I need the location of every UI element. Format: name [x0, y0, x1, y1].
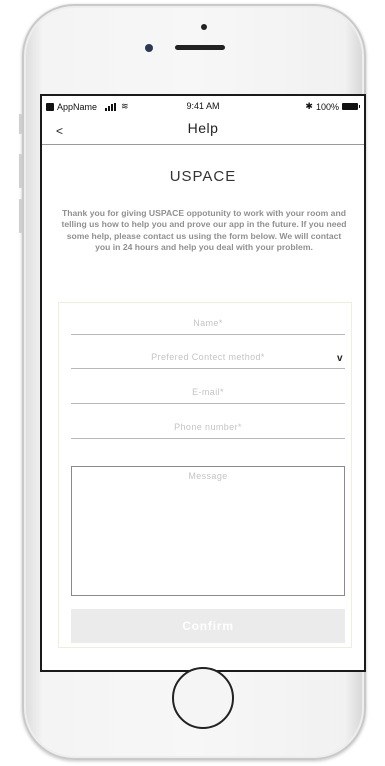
- chevron-down-icon[interactable]: v: [337, 351, 343, 367]
- mute-switch: [19, 114, 22, 134]
- navigation-bar: < Help: [42, 118, 364, 145]
- name-placeholder: Name*: [193, 318, 223, 328]
- home-button[interactable]: [172, 667, 234, 729]
- proximity-sensor: [201, 24, 207, 30]
- confirm-button[interactable]: Confirm: [71, 609, 345, 643]
- bluetooth-icon: ✱: [305, 101, 313, 111]
- email-field[interactable]: E-mail*: [71, 384, 345, 404]
- contact-method-select[interactable]: Prefered Contect method* v: [71, 349, 345, 369]
- brand-title: USPACE: [169, 168, 237, 185]
- status-right: ✱ 100%: [305, 101, 360, 112]
- volume-up-button: [19, 154, 22, 188]
- phone-placeholder: Phone number*: [174, 422, 242, 432]
- phone-screen: AppName ≋ 9:41 AM ✱ 100% < Help USPACE T…: [40, 94, 366, 672]
- message-placeholder: Message: [188, 471, 228, 481]
- battery-percent: 100%: [315, 101, 339, 112]
- phone-field[interactable]: Phone number*: [71, 419, 345, 439]
- contact-form: Name* Prefered Contect method* v E-mail*…: [58, 302, 352, 648]
- name-field[interactable]: Name*: [71, 315, 345, 335]
- email-placeholder: E-mail*: [192, 387, 224, 397]
- intro-text: Thank you for giving USPACE oppotunity t…: [61, 208, 347, 253]
- page-title: Help: [187, 120, 219, 136]
- volume-down-button: [19, 199, 22, 233]
- contact-method-placeholder: Prefered Contect method*: [151, 352, 265, 362]
- message-textarea[interactable]: Message: [71, 466, 345, 596]
- earpiece-speaker: [175, 45, 225, 50]
- front-camera: [145, 44, 153, 52]
- status-bar: AppName ≋ 9:41 AM ✱ 100%: [42, 96, 364, 118]
- battery-icon: [342, 103, 360, 110]
